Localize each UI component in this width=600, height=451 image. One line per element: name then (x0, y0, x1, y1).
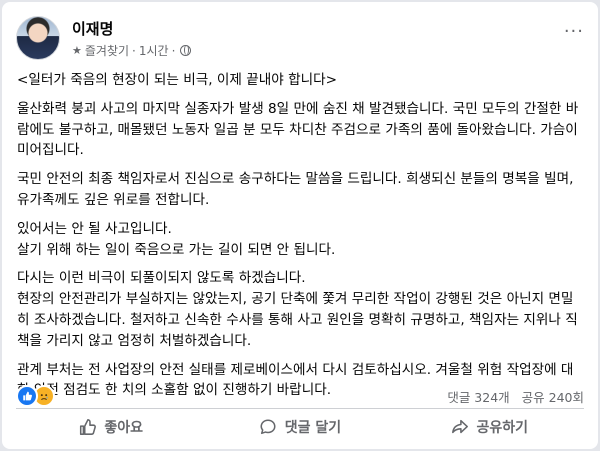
post-title: <일터가 죽음의 현장이 되는 비극, 이제 끝내야 합니다> (17, 72, 337, 88)
action-bar: 좋아요 댓글 달기 공유하기 (16, 411, 584, 443)
favorite-label: 즐겨찾기 (84, 44, 130, 58)
like-icon (16, 385, 38, 407)
meta-separator: · (132, 43, 136, 58)
post-time[interactable]: 1시간 (139, 42, 169, 59)
comment-button-label: 댓글 달기 (284, 420, 342, 436)
reactions-summary: 댓글 324개 공유 240회 (16, 384, 584, 407)
like-button-label: 좋아요 (104, 420, 143, 436)
post-paragraph: 있어서는 안 될 사고입니다. 살기 위해 하는 일이 죽음으로 가는 길이 되… (17, 220, 336, 258)
post-paragraph: 울산화력 붕괴 사고의 마지막 실종자가 발생 8일 만에 숨진 채 발견됐습니… (17, 100, 579, 159)
avatar[interactable] (16, 16, 60, 60)
more-options-button[interactable]: ··· (564, 23, 584, 41)
comment-icon (260, 419, 276, 435)
divider (16, 408, 584, 409)
post-card: 이재명 ★ 즐겨찾기 · 1시간 · ··· <일터가 죽음의 현장이 되는 비… (2, 2, 598, 449)
star-icon: ★ (72, 44, 82, 57)
share-button-label: 공유하기 (476, 420, 529, 436)
post-meta: ★ 즐겨찾기 · 1시간 · (72, 42, 192, 59)
share-button[interactable]: 공유하기 (395, 411, 584, 443)
share-icon (451, 419, 468, 434)
engagement-counts: 댓글 324개 공유 240회 (447, 387, 584, 406)
post-body: <일터가 죽음의 현장이 되는 비극, 이제 끝내야 합니다> 울산화력 붕괴 … (17, 70, 582, 401)
author-name[interactable]: 이재명 (72, 18, 113, 39)
post-header: 이재명 ★ 즐겨찾기 · 1시간 · ··· (16, 16, 584, 64)
comment-button[interactable]: 댓글 달기 (205, 411, 394, 443)
thumbs-up-icon (80, 419, 97, 435)
comments-count[interactable]: 댓글 324개 (447, 387, 509, 406)
shares-count[interactable]: 공유 240회 (522, 387, 584, 406)
post-paragraph: 다시는 이런 비극이 되풀이되지 않도록 하겠습니다. 현장의 안전관리가 부실… (17, 270, 578, 349)
reaction-icons[interactable] (16, 385, 55, 407)
like-button[interactable]: 좋아요 (16, 411, 205, 443)
globe-icon (180, 45, 192, 56)
meta-separator-2: · (171, 43, 176, 58)
post-paragraph: 국민 안전의 최종 책임자로서 진심으로 송구하다는 말씀을 드립니다. 희생되… (17, 171, 574, 208)
